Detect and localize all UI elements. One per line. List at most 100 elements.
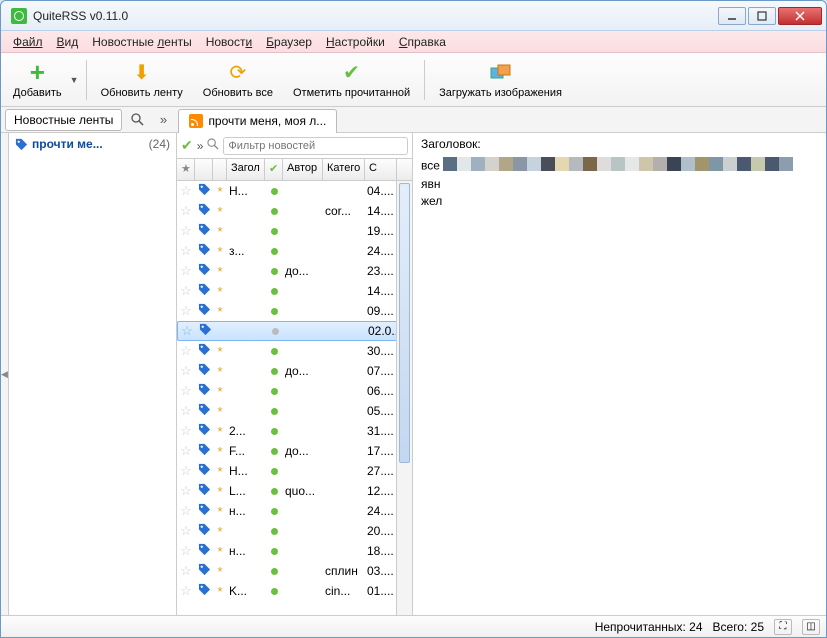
col-date[interactable]: С <box>365 159 397 180</box>
col-check-icon[interactable]: ✔ <box>265 159 283 180</box>
read-indicator[interactable] <box>266 324 284 338</box>
load-images-button[interactable]: Загружать изображения <box>431 56 570 104</box>
table-row[interactable]: ☆*K...cin...01.... <box>177 581 412 601</box>
col-author[interactable]: Автор <box>283 159 323 180</box>
star-icon[interactable]: ☆ <box>177 363 195 379</box>
table-row[interactable]: ☆*06.... <box>177 381 412 401</box>
table-row[interactable]: ☆*Н...27.... <box>177 461 412 481</box>
menu-view[interactable]: Вид <box>51 33 85 51</box>
table-row[interactable]: ☆02.0.. <box>177 321 412 341</box>
read-indicator[interactable] <box>265 264 283 278</box>
table-row[interactable]: ☆*Н...04.... <box>177 181 412 201</box>
read-indicator[interactable] <box>265 444 283 458</box>
table-row[interactable]: ☆*з...24.... <box>177 241 412 261</box>
col-category[interactable]: Катего <box>323 159 365 180</box>
read-indicator[interactable] <box>265 564 283 578</box>
menu-help[interactable]: Справка <box>393 33 452 51</box>
chevron-right-icon[interactable]: » <box>152 109 174 131</box>
read-indicator[interactable] <box>265 464 283 478</box>
read-indicator[interactable] <box>265 244 283 258</box>
read-indicator[interactable] <box>265 404 283 418</box>
star-icon[interactable]: ☆ <box>177 243 195 259</box>
star-icon[interactable]: ☆ <box>177 283 195 299</box>
table-row[interactable]: ☆*до...07.... <box>177 361 412 381</box>
table-row[interactable]: ☆*09.... <box>177 301 412 321</box>
mark-read-button[interactable]: ✔ Отметить прочитанной <box>285 56 418 104</box>
table-row[interactable]: ☆*до...23.... <box>177 261 412 281</box>
star-icon[interactable]: ☆ <box>177 403 195 419</box>
star-icon[interactable]: ☆ <box>177 183 195 199</box>
col-dot[interactable] <box>213 159 227 180</box>
read-indicator[interactable] <box>265 344 283 358</box>
table-row[interactable]: ☆*20.... <box>177 521 412 541</box>
add-dropdown-icon[interactable]: ▼ <box>70 75 80 85</box>
star-icon[interactable]: ☆ <box>177 503 195 519</box>
read-indicator[interactable] <box>265 584 283 598</box>
read-indicator[interactable] <box>265 184 283 198</box>
scrollbar[interactable] <box>396 181 412 615</box>
chevron-right-icon[interactable]: » <box>197 139 204 153</box>
menu-file[interactable]: Файл <box>7 33 49 51</box>
table-row[interactable]: ☆*cor...14.... <box>177 201 412 221</box>
star-icon[interactable]: ☆ <box>177 343 195 359</box>
read-indicator[interactable] <box>265 284 283 298</box>
table-row[interactable]: ☆*н...18.... <box>177 541 412 561</box>
star-icon[interactable]: ☆ <box>177 523 195 539</box>
menu-settings[interactable]: Настройки <box>320 33 391 51</box>
update-feed-button[interactable]: ⬇ Обновить ленту <box>93 56 191 104</box>
star-icon[interactable]: ☆ <box>177 203 195 219</box>
read-indicator[interactable] <box>265 224 283 238</box>
read-indicator[interactable] <box>265 524 283 538</box>
expand-icon[interactable]: ⛶ <box>774 619 792 635</box>
table-row[interactable]: ☆*30.... <box>177 341 412 361</box>
scrollbar-thumb[interactable] <box>399 183 410 463</box>
check-icon[interactable]: ✔ <box>181 137 193 154</box>
star-icon[interactable]: ☆ <box>177 443 195 459</box>
search-icon[interactable] <box>126 109 148 131</box>
star-icon[interactable]: ☆ <box>177 543 195 559</box>
table-row[interactable]: ☆*н...24.... <box>177 501 412 521</box>
tab-feed[interactable]: прочти меня, моя л... <box>178 109 337 133</box>
read-indicator[interactable] <box>265 484 283 498</box>
update-all-button[interactable]: ⟳ Обновить все <box>195 56 281 104</box>
menu-browser[interactable]: Браузер <box>260 33 318 51</box>
star-icon[interactable]: ☆ <box>177 383 195 399</box>
star-icon[interactable]: ☆ <box>177 483 195 499</box>
table-row[interactable]: ☆*сплин03.... <box>177 561 412 581</box>
col-title[interactable]: Загол <box>227 159 265 180</box>
star-icon[interactable]: ☆ <box>177 223 195 239</box>
star-icon[interactable]: ☆ <box>177 263 195 279</box>
menu-feeds[interactable]: Новостные ленты <box>86 33 197 51</box>
add-button[interactable]: + Добавить <box>5 56 70 104</box>
read-indicator[interactable] <box>265 424 283 438</box>
star-icon[interactable]: ☆ <box>177 423 195 439</box>
star-icon[interactable]: ☆ <box>177 303 195 319</box>
table-row[interactable]: ☆*2...31.... <box>177 421 412 441</box>
col-tag[interactable] <box>195 159 213 180</box>
read-indicator[interactable] <box>265 384 283 398</box>
minimize-button[interactable] <box>718 7 746 25</box>
search-icon[interactable] <box>207 138 219 153</box>
layout-icon[interactable]: ◫ <box>802 619 820 635</box>
read-indicator[interactable] <box>265 504 283 518</box>
collapse-handle-left[interactable]: ◀ <box>1 133 9 615</box>
read-indicator[interactable] <box>265 204 283 218</box>
table-row[interactable]: ☆*05.... <box>177 401 412 421</box>
read-indicator[interactable] <box>265 304 283 318</box>
star-icon[interactable]: ☆ <box>177 463 195 479</box>
table-row[interactable]: ☆*F...до...17.... <box>177 441 412 461</box>
maximize-button[interactable] <box>748 7 776 25</box>
star-icon[interactable]: ☆ <box>177 563 195 579</box>
table-row[interactable]: ☆*L...quo...12.... <box>177 481 412 501</box>
menu-news[interactable]: Новости <box>200 33 258 51</box>
read-indicator[interactable] <box>265 364 283 378</box>
filter-input[interactable] <box>223 137 408 155</box>
feed-item[interactable]: прочти ме... (24) <box>9 133 176 155</box>
read-indicator[interactable] <box>265 544 283 558</box>
star-icon[interactable]: ☆ <box>177 583 195 599</box>
close-button[interactable] <box>778 7 822 25</box>
feeds-panel-button[interactable]: Новостные ленты <box>5 109 122 131</box>
col-star-icon[interactable]: ★ <box>177 159 195 180</box>
star-icon[interactable]: ☆ <box>178 323 196 339</box>
table-row[interactable]: ☆*19.... <box>177 221 412 241</box>
